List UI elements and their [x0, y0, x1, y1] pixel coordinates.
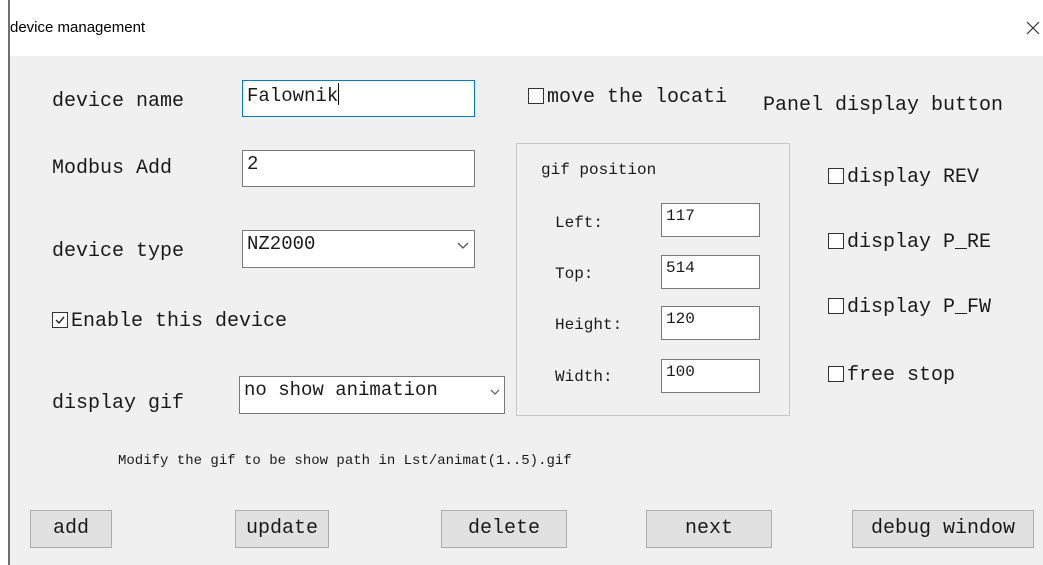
display-rev-box	[828, 168, 844, 184]
gif-left-value: 117	[666, 207, 695, 225]
device-name-label: device name	[52, 90, 185, 113]
title-bar: device management	[10, 0, 1043, 56]
enable-device-box	[52, 312, 68, 328]
gif-width-label: Width:	[555, 368, 613, 386]
checkmark-icon	[55, 316, 65, 325]
free-stop-box	[828, 366, 844, 382]
device-name-value: Falownik	[247, 85, 339, 107]
gif-top-label: Top:	[555, 265, 594, 283]
close-icon	[1026, 21, 1040, 35]
display-gif-select[interactable]: no show animation	[239, 376, 505, 414]
modbus-address-label: Modbus Add	[52, 157, 173, 180]
gif-top-value: 514	[666, 259, 695, 277]
free-stop-checkbox[interactable]: free stop	[828, 364, 955, 387]
move-location-checkbox[interactable]: move the locati	[528, 86, 727, 109]
gif-top-input[interactable]: 514	[661, 255, 760, 289]
display-p-fw-label: display P_FW	[847, 296, 992, 319]
text-caret	[338, 83, 340, 105]
panel-display-button-label: Panel display button	[763, 94, 1004, 117]
modbus-address-value: 2	[247, 153, 259, 175]
chevron-down-icon	[457, 242, 469, 249]
display-gif-label: display gif	[52, 392, 185, 415]
add-button[interactable]: add	[30, 510, 112, 548]
move-location-box	[528, 88, 544, 104]
device-management-window: device management device name Falownik M…	[0, 0, 1043, 565]
gif-left-label: Left:	[555, 214, 604, 232]
gif-height-input[interactable]: 120	[661, 306, 760, 340]
gif-width-input[interactable]: 100	[661, 359, 760, 393]
window-title: device management	[10, 19, 146, 36]
display-p-re-checkbox[interactable]: display P_RE	[828, 231, 991, 254]
free-stop-label: free stop	[847, 364, 956, 387]
gif-height-label: Height:	[555, 316, 623, 334]
dialog-client-area: device name Falownik Modbus Add 2 device…	[10, 56, 1043, 565]
gif-left-input[interactable]: 117	[661, 203, 760, 237]
device-type-value: NZ2000	[247, 233, 316, 255]
modbus-address-input[interactable]: 2	[242, 150, 475, 187]
device-type-label: device type	[52, 240, 185, 263]
display-p-re-box	[828, 233, 844, 249]
display-p-re-label: display P_RE	[847, 231, 992, 254]
gif-height-value: 120	[666, 310, 695, 328]
gif-position-title: gif position	[541, 161, 657, 179]
display-gif-value: no show animation	[244, 379, 438, 401]
display-p-fw-checkbox[interactable]: display P_FW	[828, 296, 991, 319]
gif-path-hint: Modify the gif to be show path in Lst/an…	[118, 453, 572, 469]
gif-position-group: gif position Left: 117 Top: 514 Height: …	[516, 143, 790, 416]
display-rev-checkbox[interactable]: display REV	[828, 166, 979, 189]
device-name-input[interactable]: Falownik	[242, 80, 475, 117]
next-button[interactable]: next	[646, 510, 772, 548]
display-rev-label: display REV	[847, 166, 980, 189]
display-p-fw-box	[828, 298, 844, 314]
chevron-down-icon	[490, 389, 500, 395]
enable-device-checkbox[interactable]: Enable this device	[52, 310, 287, 333]
device-type-select[interactable]: NZ2000	[242, 230, 475, 268]
update-button[interactable]: update	[235, 510, 329, 548]
debug-window-button[interactable]: debug window	[852, 510, 1034, 548]
gif-width-value: 100	[666, 363, 695, 381]
move-location-label: move the locati	[547, 86, 728, 109]
close-button[interactable]	[1020, 14, 1043, 42]
enable-device-label: Enable this device	[71, 310, 288, 333]
delete-button[interactable]: delete	[441, 510, 567, 548]
